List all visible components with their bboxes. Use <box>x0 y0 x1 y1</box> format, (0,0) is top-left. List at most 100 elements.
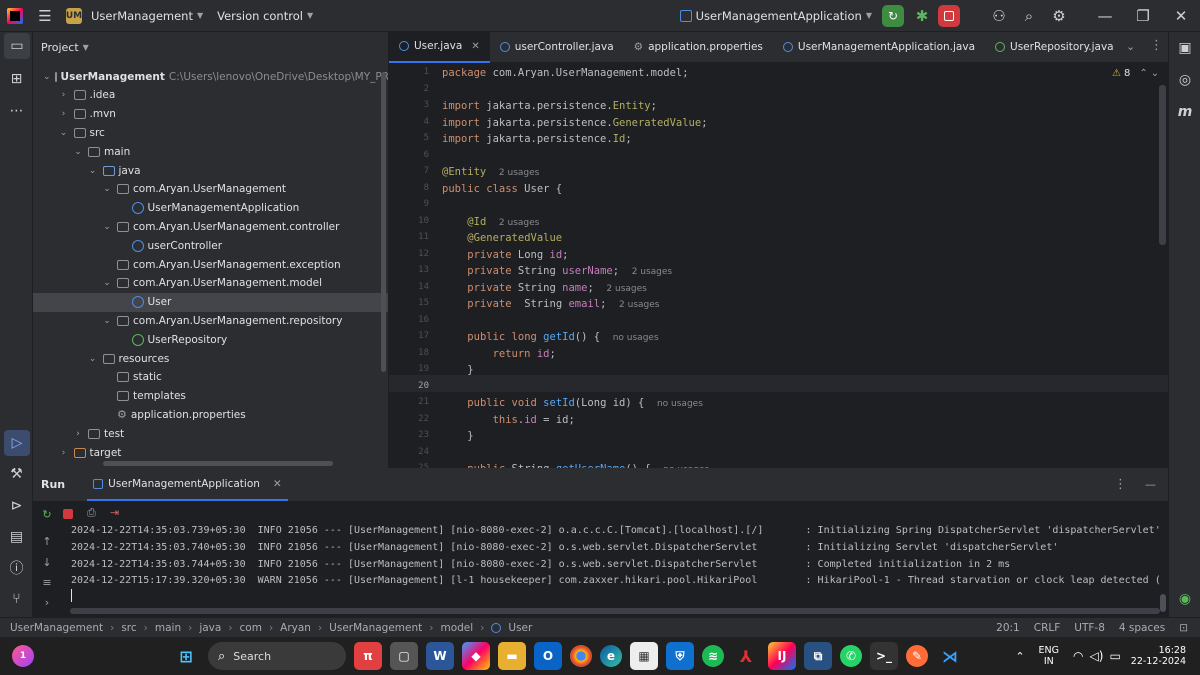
tree-item[interactable]: ⌄ java <box>33 161 388 180</box>
spotify-icon[interactable]: ≋ <box>702 645 724 667</box>
taskbar-search[interactable]: ⌕ Search <box>208 642 346 670</box>
build-tool-icon[interactable]: ⚒ <box>0 458 33 490</box>
tab-more-icon[interactable]: ⌄ <box>1126 40 1135 53</box>
structure-tool-icon[interactable]: ⊞ <box>0 63 33 95</box>
tree-item[interactable]: ⌄ com.Aryan.UserManagement.controller <box>33 217 388 236</box>
scroll-up-icon[interactable]: ↑ <box>33 535 61 548</box>
ide-logo-icon[interactable] <box>0 1 30 31</box>
code-line[interactable]: private String email; 2 usages <box>442 296 659 312</box>
minimize-icon[interactable]: — <box>1086 1 1124 31</box>
console-hscroll[interactable] <box>70 608 1160 614</box>
language-indicator[interactable]: ENG IN <box>1039 645 1059 667</box>
vertical-scrollbar[interactable] <box>381 72 386 372</box>
editor-tab[interactable]: User.java ✕ <box>389 31 490 63</box>
code-line[interactable]: return id; <box>442 346 556 362</box>
screenshot-icon[interactable]: ⎙ <box>87 506 96 520</box>
chevron-down-icon[interactable]: ⌄ <box>43 72 51 82</box>
file-encoding[interactable]: UTF-8 <box>1074 622 1105 634</box>
cmd-icon[interactable]: >_ <box>870 642 898 670</box>
tab-menu-icon[interactable]: ⋮ <box>1150 38 1163 53</box>
tree-item[interactable]: templates <box>33 387 388 406</box>
hide-panel-icon[interactable]: — <box>1145 478 1156 491</box>
settings-icon[interactable]: ⚙ <box>1044 1 1074 31</box>
acrobat-icon[interactable]: ⅄ <box>732 642 760 670</box>
chevron-down-icon[interactable]: ⌄ <box>58 128 70 138</box>
tree-item[interactable]: › .mvn <box>33 105 388 124</box>
postman-icon[interactable]: ✎ <box>906 645 928 667</box>
editor-tab[interactable]: UserManagementApplication.java <box>773 32 985 63</box>
lock-icon[interactable]: ⊡ <box>1179 622 1188 634</box>
breadcrumb-item[interactable]: src <box>121 622 136 634</box>
code-line[interactable]: @Id 2 usages <box>442 214 539 230</box>
console-vscroll[interactable] <box>1160 594 1166 612</box>
git-tool-icon[interactable]: ⑂ <box>0 583 33 615</box>
edge-icon[interactable]: e <box>600 645 622 667</box>
notifications-icon[interactable]: ▣ <box>1169 32 1200 64</box>
stop-button[interactable] <box>938 4 960 27</box>
debug-icon[interactable]: ✱ <box>910 1 934 31</box>
tree-item[interactable]: com.Aryan.UserManagement.exception <box>33 255 388 274</box>
project-tool-icon[interactable]: ▭ <box>4 33 30 59</box>
tree-item[interactable]: userController <box>33 236 388 255</box>
breadcrumb-item[interactable]: User <box>508 622 532 634</box>
tree-item[interactable]: ⌄ com.Aryan.UserManagement.repository <box>33 311 388 330</box>
tree-item[interactable]: ⌄ main <box>33 142 388 161</box>
volume-icon[interactable]: ◁) <box>1090 649 1104 663</box>
breadcrumb-item[interactable]: UserManagement <box>10 622 103 634</box>
whatsapp-icon[interactable]: ✆ <box>840 645 862 667</box>
tree-item[interactable]: › target <box>33 443 388 462</box>
editor-tab[interactable]: ⚙ application.properties <box>624 32 773 63</box>
vscode-icon[interactable]: ⋊ <box>936 642 964 670</box>
defender-icon[interactable]: ⛨ <box>666 642 694 670</box>
close-icon[interactable]: ✕ <box>1162 1 1200 31</box>
indent-setting[interactable]: 4 spaces <box>1119 622 1165 634</box>
run-config-tab[interactable]: UserManagementApplication ✕ <box>87 468 288 501</box>
battery-icon[interactable]: ▭ <box>1109 649 1120 663</box>
rerun-button[interactable]: ↻ <box>882 4 904 27</box>
chevron-up-icon[interactable]: ⌃ <box>1015 650 1024 663</box>
services-tool-icon[interactable]: ⊳ <box>0 490 33 522</box>
scroll-down-icon[interactable]: ↓ <box>33 556 61 569</box>
breadcrumb-item[interactable]: main <box>155 622 181 634</box>
chevron-right-icon[interactable]: › <box>58 90 70 100</box>
code-line[interactable]: public long getId() { no usages <box>442 329 658 345</box>
chevron-down-icon[interactable]: ⌄ <box>101 278 113 288</box>
file-explorer-taskbar-icon[interactable]: ▢ <box>390 642 418 670</box>
copilot-icon[interactable]: ◉ <box>1169 583 1200 615</box>
chevron-down-icon[interactable]: ⌄ <box>101 222 113 232</box>
breadcrumb-item[interactable]: model <box>440 622 473 634</box>
wifi-icon[interactable]: ◠ <box>1073 649 1083 663</box>
code-line[interactable]: this.id = id; <box>442 412 575 428</box>
code-line[interactable]: public class User { <box>442 181 562 197</box>
code-line[interactable]: @Entity 2 usages <box>442 164 539 180</box>
run-tool-icon[interactable]: ▷ <box>4 430 30 456</box>
tree-item[interactable]: UserManagementApplication <box>33 199 388 218</box>
wrap-icon[interactable]: ≡ <box>33 576 61 589</box>
tree-item[interactable]: User <box>33 292 388 312</box>
math-app-icon[interactable]: π <box>354 642 382 670</box>
run-options-icon[interactable]: ⋮ <box>1114 477 1127 492</box>
code-line[interactable]: } <box>442 428 473 444</box>
run-config-selector[interactable]: UserManagementApplication ▼ <box>679 9 872 23</box>
tree-item[interactable]: ⌄ src <box>33 123 388 142</box>
main-menu-icon[interactable]: ☰ <box>30 1 60 31</box>
tree-item[interactable]: static <box>33 368 388 387</box>
exit-icon[interactable]: ⇥ <box>110 506 119 519</box>
chevron-down-icon[interactable]: ⌄ <box>87 354 99 364</box>
problems-tool-icon[interactable]: ⓘ <box>0 552 33 584</box>
rerun-icon[interactable]: ↻ <box>33 508 61 521</box>
tree-item[interactable]: › .idea <box>33 86 388 105</box>
code-line[interactable]: } <box>442 362 473 378</box>
copilot-taskbar-icon[interactable]: ◆ <box>462 642 490 670</box>
code-line[interactable]: @GeneratedValue <box>442 230 562 246</box>
tree-item[interactable]: ⌄ com.Aryan.UserManagement.model <box>33 274 388 293</box>
intellij-taskbar-icon[interactable]: IJ <box>768 642 796 670</box>
breadcrumb-item[interactable]: UserManagement <box>329 622 422 634</box>
add-user-icon[interactable]: ⚇ <box>984 1 1014 31</box>
ai-assistant-icon[interactable]: ◎ <box>1169 64 1200 96</box>
chevron-down-icon[interactable]: ⌄ <box>101 316 113 326</box>
chevron-right-icon[interactable]: › <box>58 109 70 119</box>
cursor-position[interactable]: 20:1 <box>996 622 1020 634</box>
code-line[interactable]: public void setId(Long id) { no usages <box>442 395 703 411</box>
code-line[interactable]: import jakarta.persistence.Entity; <box>442 98 657 114</box>
